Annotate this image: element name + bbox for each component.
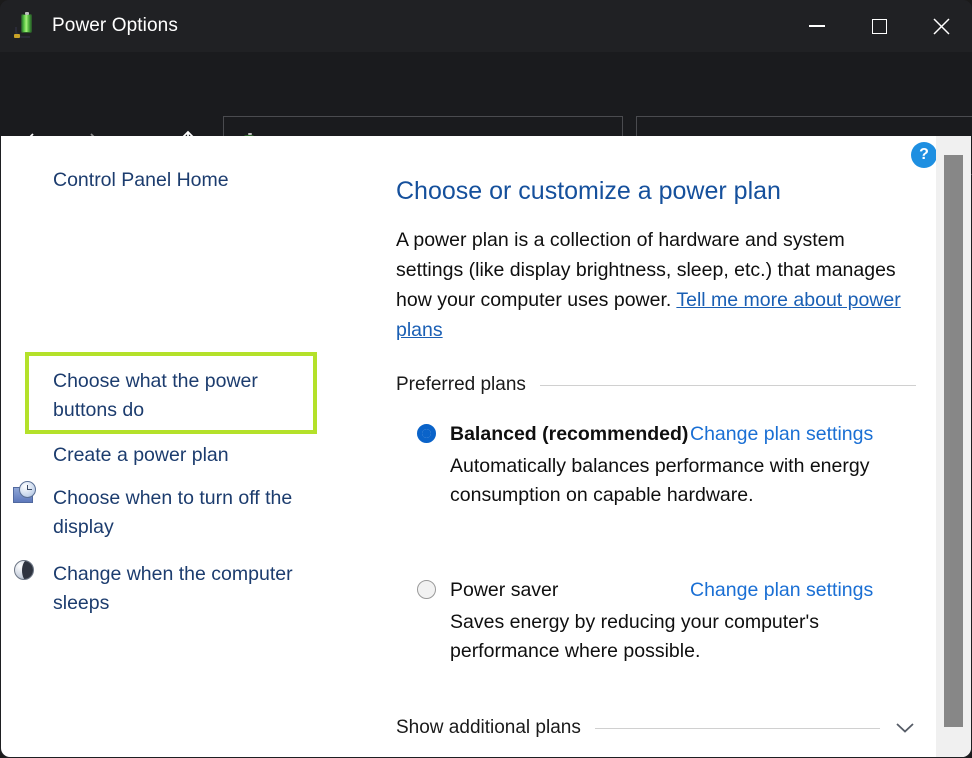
plan-power-saver: Power saver Change plan settings Saves e… xyxy=(417,576,917,666)
power-battery-icon xyxy=(14,12,40,39)
radio-balanced[interactable] xyxy=(417,424,436,443)
sidebar-item-create-power-plan[interactable]: Create a power plan xyxy=(53,441,229,470)
sidebar-item-computer-sleeps[interactable]: Change when the computer sleeps xyxy=(53,560,328,618)
change-plan-settings-balanced[interactable]: Change plan settings xyxy=(690,420,873,448)
title-bar: Power Options xyxy=(0,0,972,52)
show-additional-plans-label[interactable]: Show additional plans xyxy=(396,717,581,739)
navigation-toolbar: « A... › Pow... Search Control Panel xyxy=(0,52,972,175)
show-additional-plans-header[interactable]: Show additional plans xyxy=(396,717,916,739)
plan-balanced: Balanced (recommended) Change plan setti… xyxy=(417,420,917,510)
help-button[interactable]: ? xyxy=(911,142,937,168)
moon-sleep-icon xyxy=(11,557,37,583)
page-description: A power plan is a collection of hardware… xyxy=(396,225,912,345)
window-title: Power Options xyxy=(52,15,178,36)
page-title: Choose or customize a power plan xyxy=(396,177,781,205)
maximize-button[interactable] xyxy=(848,0,910,52)
scrollbar-thumb[interactable] xyxy=(944,155,963,727)
clock-monitor-icon xyxy=(11,481,37,507)
main-panel: ? Choose or customize a power plan A pow… xyxy=(379,136,937,757)
sidebar-item-control-panel-home[interactable]: Control Panel Home xyxy=(53,166,229,195)
plan-name-balanced[interactable]: Balanced (recommended) xyxy=(450,420,690,448)
preferred-plans-header: Preferred plans xyxy=(396,374,916,396)
power-options-window: Power Options « A... xyxy=(0,0,972,758)
section-divider xyxy=(539,384,916,386)
plan-description-power-saver: Saves energy by reducing your computer's… xyxy=(450,611,819,662)
content-area: Control Panel Home Choose what the power… xyxy=(1,136,971,757)
chevron-down-icon[interactable] xyxy=(894,717,916,739)
vertical-scrollbar[interactable] xyxy=(936,136,971,757)
minimize-button[interactable] xyxy=(786,0,848,52)
radio-power-saver[interactable] xyxy=(417,580,436,599)
window-controls xyxy=(786,0,972,52)
sidebar-item-turn-off-display[interactable]: Choose when to turn off the display xyxy=(53,484,328,542)
plan-description-balanced: Automatically balances performance with … xyxy=(450,455,870,506)
preferred-plans-label: Preferred plans xyxy=(396,374,526,395)
sidebar: Control Panel Home Choose what the power… xyxy=(1,136,379,757)
section-divider xyxy=(594,727,880,729)
close-button[interactable] xyxy=(910,0,972,52)
plan-name-power-saver[interactable]: Power saver xyxy=(450,576,690,604)
sidebar-item-choose-power-buttons[interactable]: Choose what the power buttons do xyxy=(53,367,293,425)
change-plan-settings-power-saver[interactable]: Change plan settings xyxy=(690,576,873,604)
